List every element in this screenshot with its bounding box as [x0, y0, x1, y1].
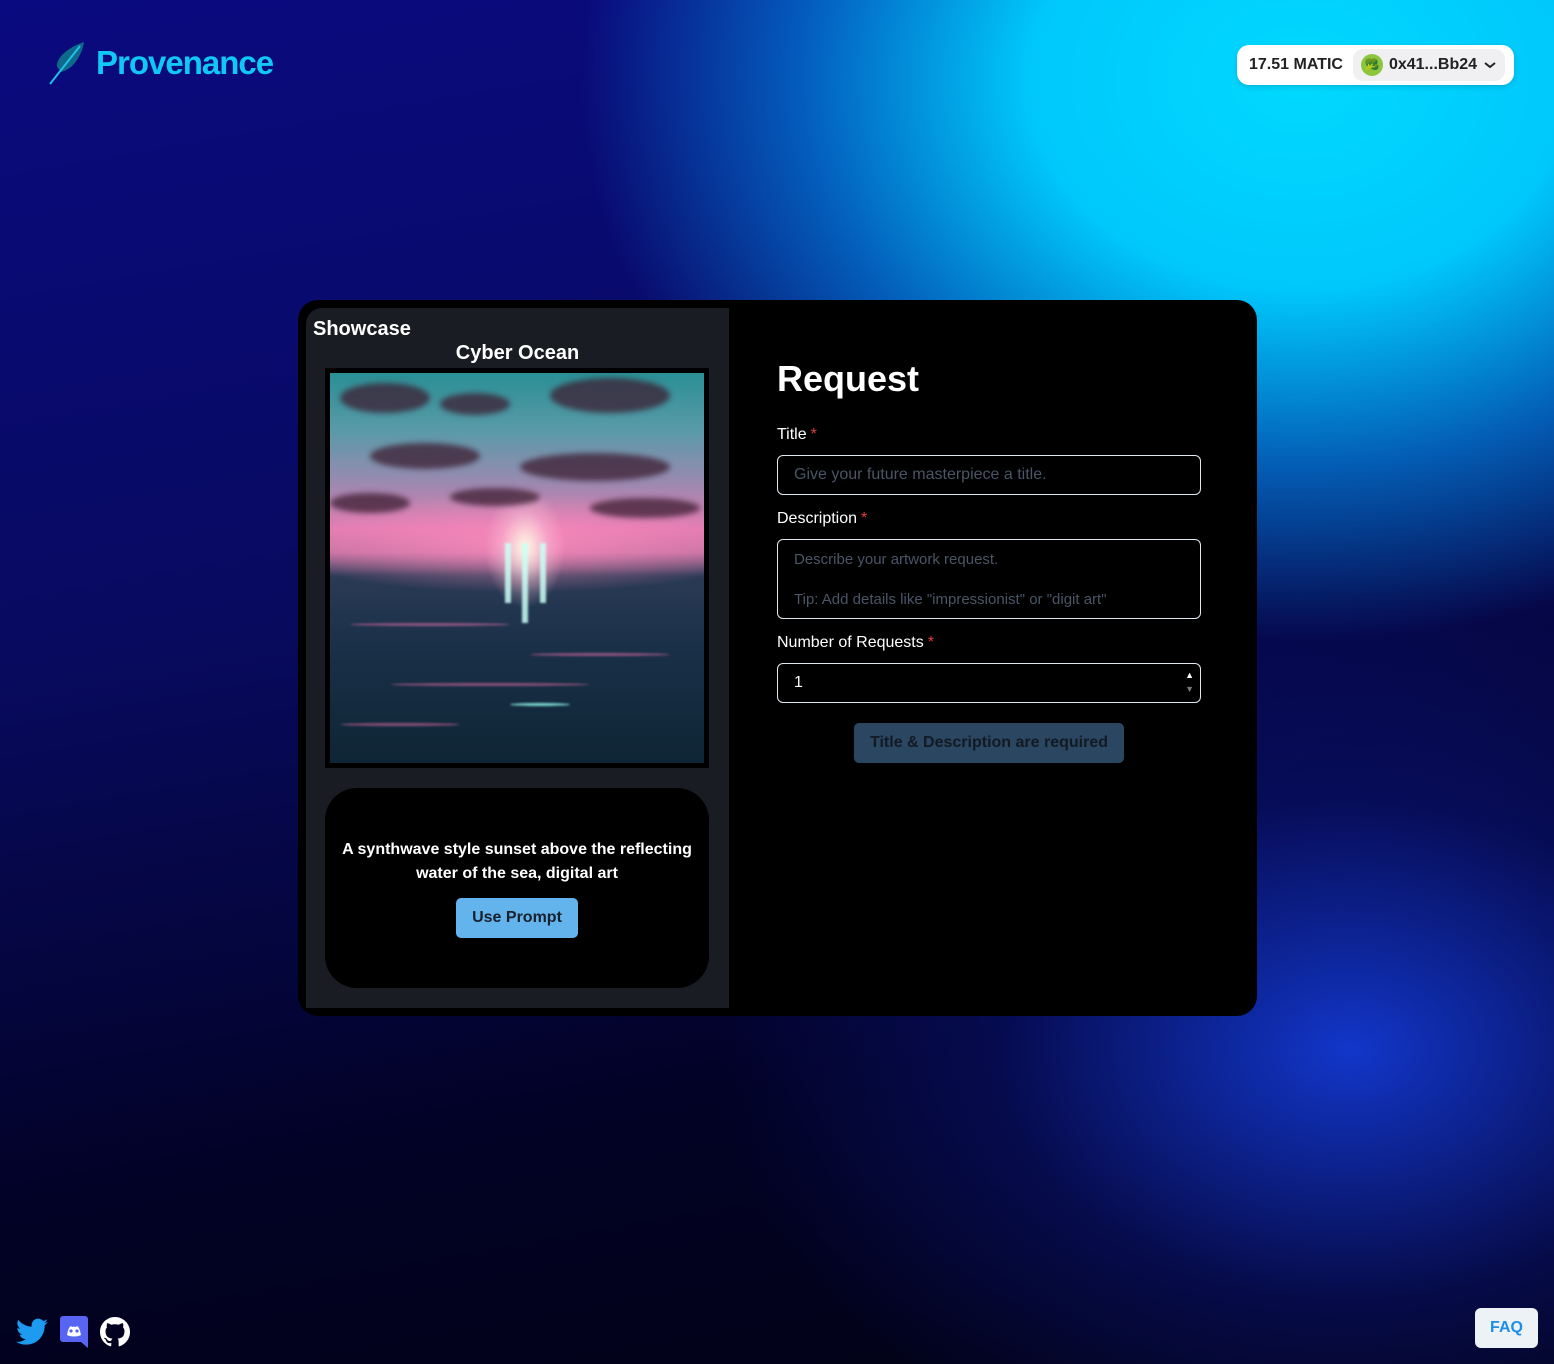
- decrement-icon[interactable]: ▼: [1185, 684, 1194, 694]
- description-placeholder: Describe your artwork request.: [794, 551, 999, 568]
- feather-icon: [49, 42, 84, 85]
- request-heading: Request: [777, 358, 920, 399]
- github-icon[interactable]: [100, 1317, 130, 1347]
- chevron-down-icon: [1484, 62, 1496, 69]
- brand-name: Provenance: [96, 44, 274, 81]
- description-tip: Tip: Add details like "impressionist" or…: [794, 591, 1107, 608]
- main-card: Showcase Cyber Ocean A synthwave style s…: [298, 300, 1257, 1016]
- wallet-widget: 17.51 MATIC 🥦 0x41...Bb24: [1237, 45, 1514, 85]
- title-label: Title *: [777, 426, 817, 444]
- showcase-heading: Showcase: [313, 318, 411, 340]
- title-label-text: Title: [777, 426, 807, 443]
- prompt-box: A synthwave style sunset above the refle…: [325, 788, 709, 988]
- increment-icon[interactable]: ▲: [1185, 670, 1194, 680]
- prompt-text: A synthwave style sunset above the refle…: [342, 841, 692, 882]
- count-input[interactable]: 1 ▲ ▼: [777, 663, 1201, 703]
- required-mark: *: [810, 426, 817, 443]
- required-mark: *: [861, 510, 868, 527]
- use-prompt-button[interactable]: Use Prompt: [456, 898, 578, 938]
- account-address: 0x41...Bb24: [1388, 56, 1478, 73]
- social-links: [16, 1316, 130, 1348]
- artwork-frame: [325, 368, 709, 768]
- logo[interactable]: Provenance: [46, 40, 274, 86]
- balance: 17.51 MATIC: [1249, 56, 1343, 73]
- description-textarea[interactable]: Describe your artwork request. Tip: Add …: [777, 539, 1201, 619]
- artwork-title: Cyber Ocean: [455, 342, 580, 364]
- description-label-text: Description: [777, 510, 858, 527]
- title-input[interactable]: Give your future masterpiece a title.: [777, 455, 1201, 495]
- description-label: Description *: [777, 510, 867, 528]
- count-value: 1: [794, 674, 803, 691]
- showcase-panel: Showcase Cyber Ocean A synthwave style s…: [306, 308, 729, 1008]
- discord-icon[interactable]: [60, 1316, 88, 1348]
- artwork-image: [330, 373, 704, 763]
- twitter-icon[interactable]: [16, 1318, 48, 1346]
- title-placeholder: Give your future masterpiece a title.: [794, 466, 1047, 483]
- count-stepper[interactable]: ▲ ▼: [1185, 670, 1194, 694]
- submit-button[interactable]: Title & Description are required: [854, 723, 1124, 763]
- count-label-text: Number of Requests: [777, 634, 924, 651]
- count-label: Number of Requests *: [777, 634, 934, 652]
- account-button[interactable]: 🥦 0x41...Bb24: [1352, 49, 1506, 81]
- faq-button[interactable]: FAQ: [1475, 1308, 1538, 1348]
- avatar: 🥦: [1360, 54, 1383, 76]
- required-mark: *: [927, 634, 934, 651]
